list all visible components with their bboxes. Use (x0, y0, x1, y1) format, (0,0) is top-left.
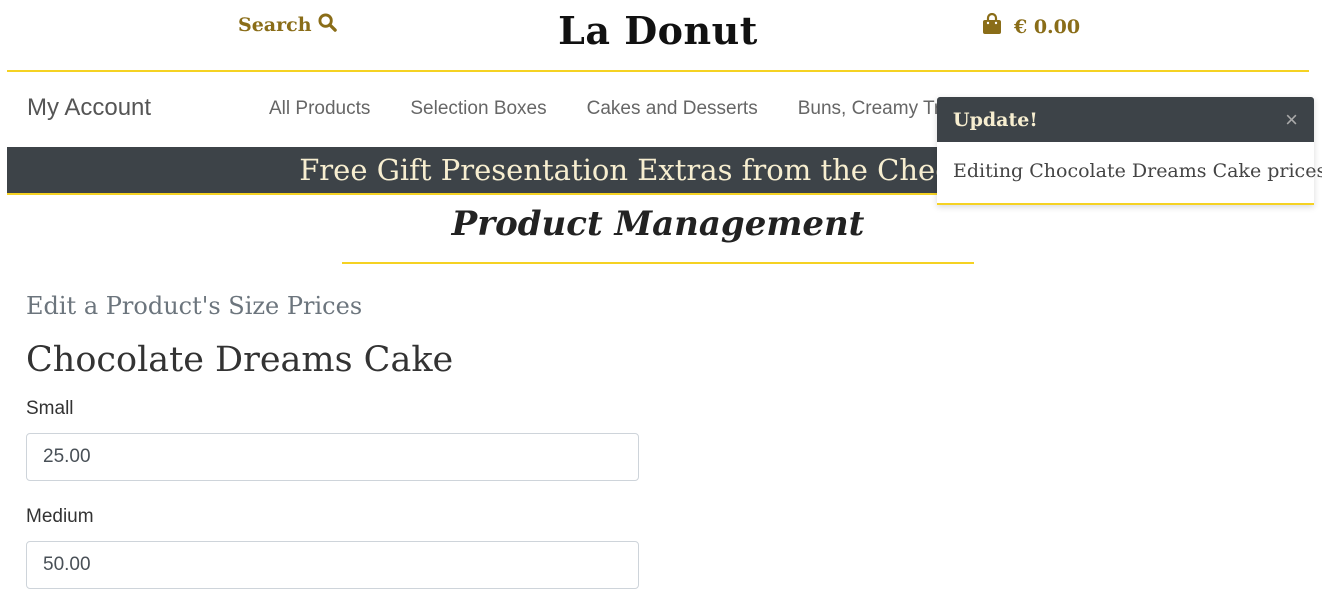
shopping-bag-icon (982, 12, 1002, 40)
basket-total: € 0.00 (1014, 15, 1081, 38)
medium-price-label: Medium (26, 506, 94, 527)
basket-link[interactable]: € 0.00 (982, 12, 1081, 40)
section-subtitle: Edit a Product's Size Prices (26, 292, 363, 320)
small-price-input[interactable] (26, 433, 639, 481)
my-account-link[interactable]: My Account (27, 94, 151, 122)
nav-item-cakes-desserts[interactable]: Cakes and Desserts (587, 98, 758, 120)
page-title: Product Management (451, 204, 865, 244)
toast-title: Update! (953, 108, 1038, 131)
medium-price-input[interactable] (26, 541, 639, 589)
nav-item-selection-boxes[interactable]: Selection Boxes (410, 98, 546, 120)
nav-items: All Products Selection Boxes Cakes and D… (269, 98, 976, 120)
brand-logo[interactable]: La Donut (0, 8, 1316, 53)
small-price-label: Small (26, 398, 74, 419)
product-name: Chocolate Dreams Cake (26, 340, 454, 380)
nav-item-all-products[interactable]: All Products (269, 98, 370, 120)
top-header: Search La Donut € 0.00 (0, 0, 1322, 72)
toast-message: Editing Chocolate Dreams Cake prices (953, 160, 1322, 182)
title-divider (342, 262, 974, 264)
close-icon[interactable]: × (1285, 108, 1298, 131)
toast-header: Update! × (937, 97, 1314, 142)
update-toast: Update! × Editing Chocolate Dreams Cake … (937, 97, 1322, 205)
